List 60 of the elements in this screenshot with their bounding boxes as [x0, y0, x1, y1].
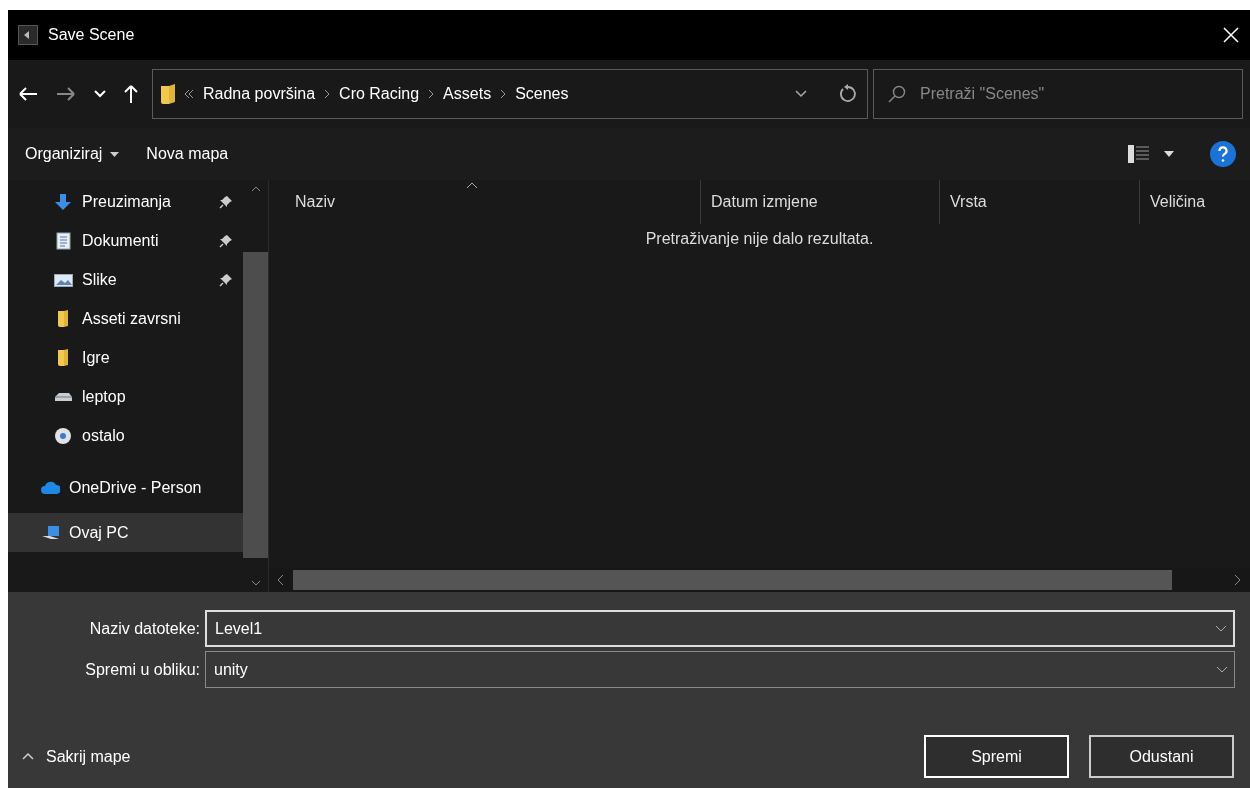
sidebar-item[interactable]: Slike	[8, 260, 243, 299]
scrollbar-thumb[interactable]	[243, 252, 268, 558]
hide-folders-button[interactable]: Sakrij mape	[22, 747, 131, 766]
breadcrumb-item[interactable]: Scenes	[515, 85, 569, 103]
scroll-left-icon[interactable]	[277, 574, 285, 586]
field-label: Spremi u obliku:	[84, 660, 201, 679]
breadcrumb-item[interactable]: Assets	[443, 85, 492, 103]
scroll-right-icon[interactable]	[1234, 574, 1242, 586]
dropdown-chevron-icon[interactable]	[795, 90, 807, 98]
column-header[interactable]: Naziv	[269, 180, 701, 224]
sidebar-item[interactable]: ostalo	[8, 416, 243, 455]
breadcrumb-separator-icon	[500, 89, 507, 99]
chevron-down-icon[interactable]	[94, 90, 106, 98]
file-type-dropdown[interactable]: unity	[205, 651, 1235, 688]
folder-icon	[161, 84, 175, 104]
empty-results-message: Pretraživanje nije dalo rezultata.	[644, 230, 875, 249]
app-icon	[18, 25, 38, 45]
sidebar-item[interactable]: Dokumenti	[8, 221, 243, 260]
breadcrumb-item[interactable]: Radna površina	[203, 85, 316, 103]
breadcrumb-separator-icon	[428, 89, 435, 99]
download-icon	[54, 192, 73, 211]
up-arrow-icon[interactable]	[124, 84, 138, 104]
cancel-button[interactable]: Odustani	[1089, 735, 1234, 778]
disc-icon	[54, 426, 73, 445]
details-view-icon[interactable]	[1128, 144, 1150, 164]
chevron-up-icon	[22, 753, 34, 760]
close-icon[interactable]	[1222, 26, 1240, 44]
scroll-down-icon[interactable]	[250, 580, 261, 586]
sidebar-item[interactable]: leptop	[8, 377, 243, 416]
column-header[interactable]: Vrsta	[940, 180, 1140, 224]
new-folder-button[interactable]: Nova mapa	[146, 145, 229, 163]
sidebar-item[interactable]: Igre	[8, 338, 243, 377]
filename-field[interactable]: Level1	[205, 610, 1235, 647]
scroll-up-icon[interactable]	[250, 186, 261, 192]
back-arrow-icon[interactable]	[18, 86, 38, 102]
breadcrumb-separator-icon	[324, 89, 331, 99]
breadcrumb-item[interactable]: Cro Racing	[339, 85, 420, 103]
address-bar[interactable]: Radna površina Cro Racing Assets Scenes	[152, 69, 868, 119]
caret-icon	[110, 151, 120, 157]
field-label: Naziv datoteke:	[88, 619, 201, 638]
search-field[interactable]: Pretraži "Scenes"	[873, 69, 1243, 119]
forward-arrow-icon[interactable]	[56, 86, 76, 102]
sidebar-item[interactable]: Ovaj PC	[8, 513, 243, 552]
overflow-chevron-icon	[184, 89, 194, 99]
dropdown-chevron-icon[interactable]	[1216, 666, 1228, 673]
window-title: Save Scene	[48, 26, 136, 44]
document-icon	[54, 231, 73, 250]
sidebar-item[interactable]: Asseti zavrsni	[8, 299, 243, 338]
sidebar-item[interactable]: OneDrive - Person	[8, 468, 243, 507]
organize-menu-button[interactable]: Organiziraj	[25, 145, 120, 163]
save-button[interactable]: Spremi	[924, 735, 1069, 778]
dropdown-chevron-icon[interactable]	[1215, 625, 1227, 632]
search-icon	[888, 85, 906, 103]
column-header[interactable]: Veličina	[1140, 180, 1250, 224]
computer-icon	[41, 523, 60, 542]
help-icon[interactable]	[1210, 141, 1236, 167]
column-header[interactable]: Datum izmjene	[701, 180, 940, 224]
refresh-icon[interactable]	[839, 84, 857, 104]
sidebar-item[interactable]: Preuzimanja	[8, 182, 243, 221]
caret-icon[interactable]	[1164, 151, 1174, 157]
